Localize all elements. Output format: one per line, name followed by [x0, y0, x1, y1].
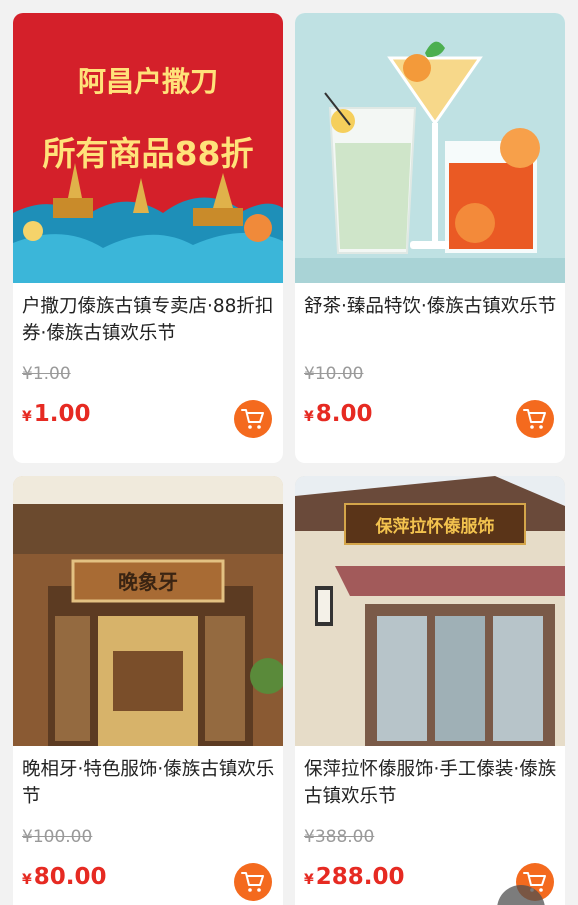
- product-title[interactable]: 户撒刀傣族古镇专卖店·88折扣券·傣族古镇欢乐节: [22, 293, 276, 347]
- shop-sign: 晚象牙: [118, 570, 178, 594]
- original-price: ¥388.00: [304, 827, 375, 847]
- product-image[interactable]: 晚象牙: [13, 476, 283, 746]
- product-title[interactable]: 晚相牙·特色服饰·傣族古镇欢乐节: [22, 756, 276, 810]
- cart-icon: [523, 409, 546, 429]
- promo-line-1: 阿昌户撒刀: [78, 65, 218, 98]
- price-value: 80.00: [33, 864, 107, 890]
- add-to-cart-button[interactable]: [234, 863, 272, 901]
- currency-symbol: ¥: [22, 409, 32, 425]
- cart-icon: [241, 872, 264, 892]
- product-grid: 阿昌户撒刀 所有商品88折 户撒刀傣族古镇专卖店·88折扣券·傣族古镇欢乐节 ¥…: [0, 0, 578, 905]
- original-price: ¥10.00: [304, 364, 364, 384]
- currency-symbol: ¥: [304, 409, 314, 425]
- product-image[interactable]: [295, 13, 565, 283]
- product-image[interactable]: 保萍拉怀傣服饰: [295, 476, 565, 746]
- cart-icon: [241, 409, 264, 429]
- sale-price: ¥8.00: [304, 401, 373, 427]
- add-to-cart-button[interactable]: [516, 400, 554, 438]
- product-title[interactable]: 保萍拉怀傣服饰·手工傣装·傣族古镇欢乐节: [304, 756, 558, 810]
- product-card[interactable]: 舒茶·臻品特饮·傣族古镇欢乐节 ¥10.00 ¥8.00: [295, 13, 565, 463]
- currency-symbol: ¥: [304, 872, 314, 888]
- sale-price: ¥80.00: [22, 864, 107, 890]
- price-value: 288.00: [315, 864, 405, 890]
- sale-price: ¥1.00: [22, 401, 91, 427]
- add-to-cart-button[interactable]: [234, 400, 272, 438]
- product-title[interactable]: 舒茶·臻品特饮·傣族古镇欢乐节: [304, 293, 558, 320]
- product-card[interactable]: 保萍拉怀傣服饰 保萍拉怀傣服饰·手工傣装·傣族古镇欢乐节 ¥388.00 ¥28…: [295, 476, 565, 905]
- sale-price: ¥288.00: [304, 864, 405, 890]
- currency-symbol: ¥: [22, 872, 32, 888]
- product-card[interactable]: 晚象牙 晚相牙·特色服饰·傣族古镇欢乐节 ¥100.00 ¥80.00: [13, 476, 283, 905]
- product-card[interactable]: 阿昌户撒刀 所有商品88折 户撒刀傣族古镇专卖店·88折扣券·傣族古镇欢乐节 ¥…: [13, 13, 283, 463]
- price-value: 1.00: [33, 401, 91, 427]
- shop-sign: 保萍拉怀傣服饰: [375, 516, 495, 537]
- product-image[interactable]: 阿昌户撒刀 所有商品88折: [13, 13, 283, 283]
- original-price: ¥1.00: [22, 364, 71, 384]
- price-value: 8.00: [315, 401, 373, 427]
- original-price: ¥100.00: [22, 827, 93, 847]
